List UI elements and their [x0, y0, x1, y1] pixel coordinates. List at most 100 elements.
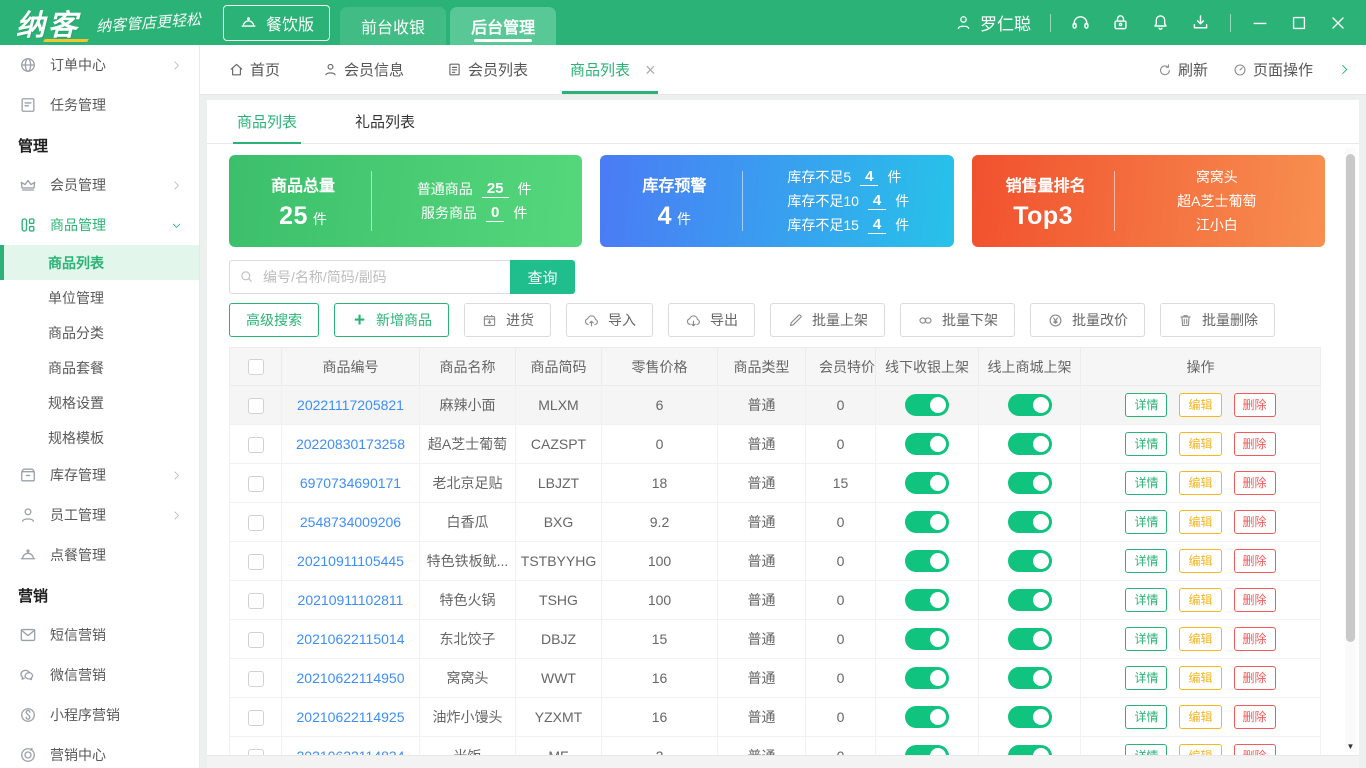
pos-shelf-toggle[interactable] [905, 628, 949, 650]
sidebar-item[interactable]: 商品管理 [0, 205, 199, 245]
batch-on-shelf-button[interactable]: 批量上架 [770, 303, 885, 337]
product-code-link[interactable]: 20210622115014 [297, 631, 405, 647]
close-tab-icon[interactable]: × [645, 61, 656, 79]
sidebar-subitem[interactable]: 规格模板 [0, 420, 199, 455]
sidebar-subitem[interactable]: 商品分类 [0, 315, 199, 350]
product-code-link[interactable]: 20210622114950 [297, 670, 405, 686]
query-button[interactable]: 查询 [510, 260, 575, 294]
edit-button[interactable]: 编辑 [1179, 704, 1222, 730]
product-code-link[interactable]: 20210911102811 [298, 592, 404, 608]
lock-icon[interactable] [1110, 12, 1131, 33]
delete-button[interactable]: 删除 [1233, 392, 1276, 418]
advanced-search-button[interactable]: 高级搜索 [229, 303, 319, 337]
sidebar-item[interactable]: 订单中心 [0, 45, 199, 85]
minimize-button[interactable] [1250, 13, 1270, 33]
sidebar-item[interactable]: 点餐管理 [0, 535, 199, 575]
product-code-link[interactable]: 20210622114925 [297, 709, 405, 725]
edit-button[interactable]: 编辑 [1179, 665, 1222, 691]
pos-shelf-toggle[interactable] [905, 706, 949, 728]
horizontal-scrollbar[interactable] [207, 755, 1359, 768]
pos-shelf-toggle[interactable] [905, 394, 949, 416]
detail-button[interactable]: 详情 [1125, 431, 1168, 457]
sidebar-item[interactable]: 员工管理 [0, 495, 199, 535]
detail-button[interactable]: 详情 [1125, 626, 1168, 652]
content-tab[interactable]: 礼品列表 [355, 100, 415, 143]
nav-tab-back-admin[interactable]: 后台管理 [450, 7, 557, 45]
scrollbar-thumb[interactable] [1346, 154, 1355, 642]
user-menu[interactable]: 罗仁聪 [954, 10, 1031, 35]
detail-button[interactable]: 详情 [1125, 509, 1168, 535]
row-checkbox[interactable] [247, 631, 264, 648]
edit-button[interactable]: 编辑 [1179, 470, 1222, 496]
sidebar-subitem[interactable]: 商品套餐 [0, 350, 199, 385]
pos-shelf-toggle[interactable] [905, 550, 949, 572]
page-tab[interactable]: 会员信息 [322, 45, 404, 94]
edit-button[interactable]: 编辑 [1179, 431, 1222, 457]
edition-button[interactable]: 餐饮版 [223, 4, 331, 41]
edit-button[interactable]: 编辑 [1179, 392, 1222, 418]
mall-shelf-toggle[interactable] [1007, 667, 1052, 689]
sidebar-item[interactable]: 任务管理 [0, 85, 199, 125]
search-input[interactable] [229, 260, 510, 294]
mall-shelf-toggle[interactable] [1007, 511, 1052, 533]
page-tab[interactable]: 首页 [228, 45, 280, 94]
delete-button[interactable]: 删除 [1233, 509, 1276, 535]
batch-off-shelf-button[interactable]: 批量下架 [900, 303, 1015, 337]
select-all-checkbox[interactable] [247, 359, 264, 376]
product-code-link[interactable]: 20210911105445 [297, 553, 404, 569]
pos-shelf-toggle[interactable] [905, 589, 949, 611]
bell-icon[interactable] [1150, 12, 1171, 33]
mall-shelf-toggle[interactable] [1007, 433, 1052, 455]
page-operations-button[interactable]: 页面操作 [1232, 59, 1313, 80]
detail-button[interactable]: 详情 [1125, 665, 1168, 691]
delete-button[interactable]: 删除 [1233, 431, 1276, 457]
content-tab[interactable]: 商品列表 [232, 100, 302, 144]
batch-reprice-button[interactable]: 批量改价 [1030, 303, 1145, 337]
mall-shelf-toggle[interactable] [1007, 394, 1052, 416]
sidebar-item[interactable]: 库存管理 [0, 455, 199, 495]
detail-button[interactable]: 详情 [1125, 392, 1168, 418]
delete-button[interactable]: 删除 [1233, 587, 1276, 613]
mall-shelf-toggle[interactable] [1007, 472, 1052, 494]
product-code-link[interactable]: 20221117205821 [297, 397, 404, 413]
vertical-scrollbar[interactable]: ▼ [1345, 148, 1356, 752]
pos-shelf-toggle[interactable] [905, 667, 949, 689]
export-button[interactable]: 导出 [668, 303, 755, 337]
pos-shelf-toggle[interactable] [905, 511, 949, 533]
row-checkbox[interactable] [247, 709, 264, 726]
headset-icon[interactable] [1070, 12, 1091, 33]
row-checkbox[interactable] [247, 592, 264, 609]
delete-button[interactable]: 删除 [1233, 704, 1276, 730]
pos-shelf-toggle[interactable] [905, 472, 949, 494]
edit-button[interactable]: 编辑 [1179, 587, 1222, 613]
purchase-button[interactable]: 进货 [464, 303, 551, 337]
product-code-link[interactable]: 2548734009206 [300, 514, 401, 530]
nav-tab-front-pos[interactable]: 前台收银 [340, 7, 447, 45]
mall-shelf-toggle[interactable] [1007, 706, 1052, 728]
mall-shelf-toggle[interactable] [1007, 589, 1052, 611]
delete-button[interactable]: 删除 [1233, 470, 1276, 496]
page-tab[interactable]: 商品列表 × [562, 45, 658, 94]
batch-delete-button[interactable]: 批量删除 [1160, 303, 1275, 337]
row-checkbox[interactable] [247, 553, 264, 570]
delete-button[interactable]: 删除 [1233, 665, 1276, 691]
sidebar-subitem[interactable]: 规格设置 [0, 385, 199, 420]
page-tab[interactable]: 会员列表 [446, 45, 528, 94]
close-button[interactable] [1328, 13, 1348, 33]
mall-shelf-toggle[interactable] [1007, 550, 1052, 572]
row-checkbox[interactable] [247, 514, 264, 531]
pos-shelf-toggle[interactable] [905, 433, 949, 455]
product-code-link[interactable]: 20220830173258 [296, 436, 405, 452]
edit-button[interactable]: 编辑 [1179, 548, 1222, 574]
detail-button[interactable]: 详情 [1125, 704, 1168, 730]
detail-button[interactable]: 详情 [1125, 587, 1168, 613]
refresh-button[interactable]: 刷新 [1157, 59, 1208, 80]
sidebar-subitem[interactable]: 单位管理 [0, 280, 199, 315]
sidebar-item[interactable]: 微信营销 [0, 655, 199, 695]
import-button[interactable]: 导入 [566, 303, 653, 337]
mall-shelf-toggle[interactable] [1007, 628, 1052, 650]
edit-button[interactable]: 编辑 [1179, 509, 1222, 535]
product-code-link[interactable]: 6970734690171 [300, 475, 401, 491]
row-checkbox[interactable] [247, 397, 264, 414]
chevron-right-icon[interactable] [1337, 62, 1352, 77]
